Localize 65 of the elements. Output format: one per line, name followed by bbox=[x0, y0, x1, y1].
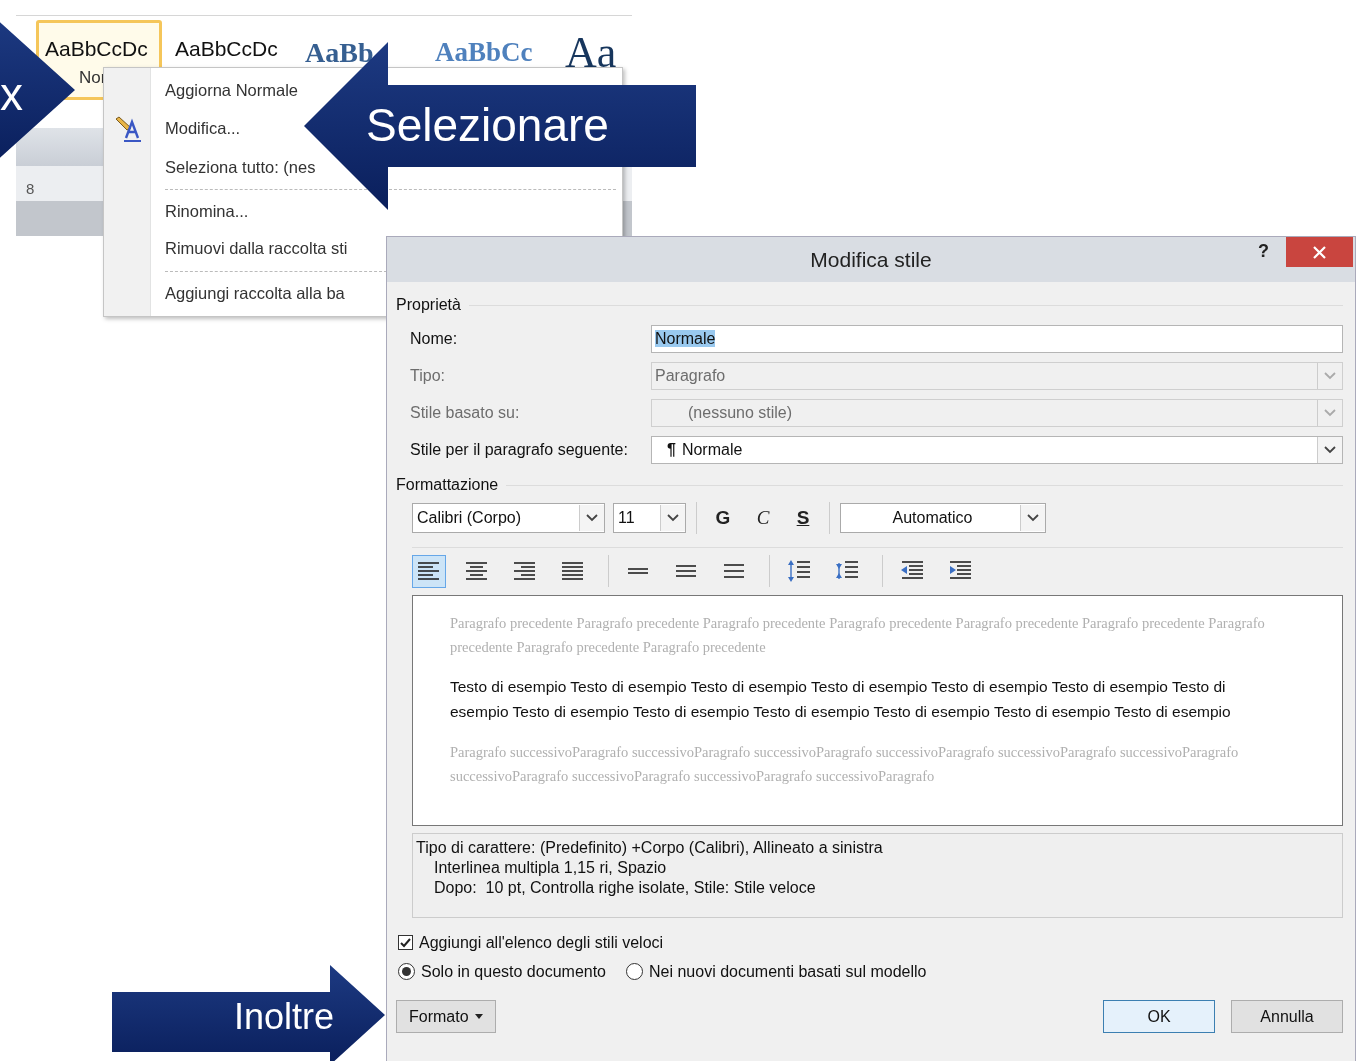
indent-decrease-icon bbox=[900, 560, 924, 582]
menu-item[interactable]: Rinomina... bbox=[165, 192, 249, 231]
window-title: Modifica stile bbox=[810, 247, 932, 272]
bold-button[interactable]: G bbox=[707, 507, 739, 529]
callout-label: Selezionare bbox=[366, 102, 609, 148]
spacing-increase-icon bbox=[787, 559, 811, 583]
pencil-icon bbox=[113, 116, 143, 143]
radio-option[interactable]: Solo in questo documento bbox=[398, 962, 606, 981]
underline-button[interactable]: S bbox=[787, 507, 819, 529]
style-name: Nor bbox=[79, 68, 107, 89]
radio-button[interactable] bbox=[626, 963, 643, 980]
menu-item[interactable]: Seleziona tutto: (nes bbox=[165, 148, 316, 186]
menu-item[interactable]: Modifica... bbox=[165, 109, 241, 149]
check-icon bbox=[400, 937, 411, 948]
chevron-down-icon bbox=[1027, 514, 1039, 522]
field-label: Stile basato su: bbox=[410, 403, 521, 422]
font-dropdown[interactable]: Calibri (Corpo) bbox=[412, 503, 605, 533]
paragraph-format-button[interactable] bbox=[412, 554, 446, 588]
section-heading: Formattazione bbox=[396, 476, 499, 494]
chevron-down-icon bbox=[586, 514, 598, 522]
dropdown[interactable]: ¶ Normale bbox=[651, 435, 1343, 464]
close-button[interactable] bbox=[1286, 237, 1353, 267]
menu-item[interactable]: Rimuovi dalla raccolta sti bbox=[165, 230, 348, 268]
close-icon bbox=[1313, 245, 1326, 259]
input-field[interactable]: Normale bbox=[651, 324, 1343, 353]
description-line: Interlinea multipla 1,15 ri, Spazio bbox=[433, 858, 668, 878]
radio-button[interactable] bbox=[398, 963, 415, 980]
chevron-down-icon bbox=[1324, 371, 1336, 380]
preview-text: Testo di esempio Testo di esempio Testo di esempio Testo di esempio Testo di esempio Testo di esempio Testo di esempio Testo di esempio Testo di esempio Testo di esempio Testo di esempio Testo di esempio Testo di esempio bbox=[450, 677, 1232, 722]
caret-icon bbox=[474, 1014, 483, 1019]
menu-item[interactable]: Aggiorna Normale bbox=[165, 72, 298, 110]
line-spacing-icon bbox=[723, 564, 745, 578]
size-dropdown[interactable]: 11 bbox=[613, 503, 686, 533]
color-dropdown[interactable]: Automatico bbox=[840, 503, 1046, 533]
menu-item[interactable]: Aggiungi raccolta alla ba bbox=[165, 274, 345, 313]
callout-label: x bbox=[0, 71, 23, 117]
pilcrow-icon: ¶ bbox=[667, 440, 676, 459]
chevron-down-icon bbox=[1324, 408, 1336, 417]
ok-button[interactable]: OK bbox=[1103, 1000, 1215, 1033]
checkbox-box[interactable] bbox=[398, 935, 413, 950]
preview-text: Paragrafo precedente Paragrafo precedente Paragrafo precedente Paragrafo precedente Paragrafo precedente Paragrafo precedente Paragrafo precedente Paragrafo precedente Paragrafo precedente bbox=[450, 614, 1266, 657]
checkbox[interactable]: Aggiungi all'elenco degli stili veloci bbox=[398, 933, 664, 952]
field-label: Nome: bbox=[410, 329, 459, 348]
cancel-button[interactable]: Annulla bbox=[1231, 1000, 1343, 1033]
description-line: Tipo di carattere: (Predefinito) +Corpo (Calibri), Allineato a sinistra bbox=[416, 838, 884, 858]
radio-option[interactable]: Nei nuovi documenti basati sul modello bbox=[626, 962, 927, 981]
field-label: Stile per il paragrafo seguente: bbox=[410, 440, 629, 459]
section-heading: Proprietà bbox=[396, 296, 461, 314]
callout-label: Inoltre bbox=[234, 999, 335, 1035]
align-center-icon bbox=[465, 560, 489, 582]
line-spacing-icon bbox=[627, 568, 649, 574]
field-label: Tipo: bbox=[410, 366, 446, 385]
description-line: Dopo: 10 pt, Controlla righe isolate, Stile: Stile veloce bbox=[433, 878, 817, 898]
justify-icon bbox=[561, 560, 585, 582]
align-left-icon bbox=[417, 560, 441, 582]
help-button[interactable]: ? bbox=[1254, 241, 1273, 262]
chevron-down-icon bbox=[1324, 445, 1336, 454]
align-right-icon bbox=[513, 560, 537, 582]
italic-button[interactable]: C bbox=[747, 507, 779, 529]
format-button[interactable]: Formato bbox=[396, 1000, 496, 1033]
chevron-down-icon bbox=[667, 514, 679, 522]
line-spacing-icon bbox=[675, 565, 697, 577]
ruler-number: 8 bbox=[26, 179, 35, 197]
indent-increase-icon bbox=[948, 560, 972, 582]
preview-text: Paragrafo successivoParagrafo successivoParagrafo successivoParagrafo successivoParagrafo successivoParagrafo successivoParagrafo successivoParagrafo successivoParagrafo successivoParagrafo successivoParagrafo bbox=[450, 743, 1240, 786]
